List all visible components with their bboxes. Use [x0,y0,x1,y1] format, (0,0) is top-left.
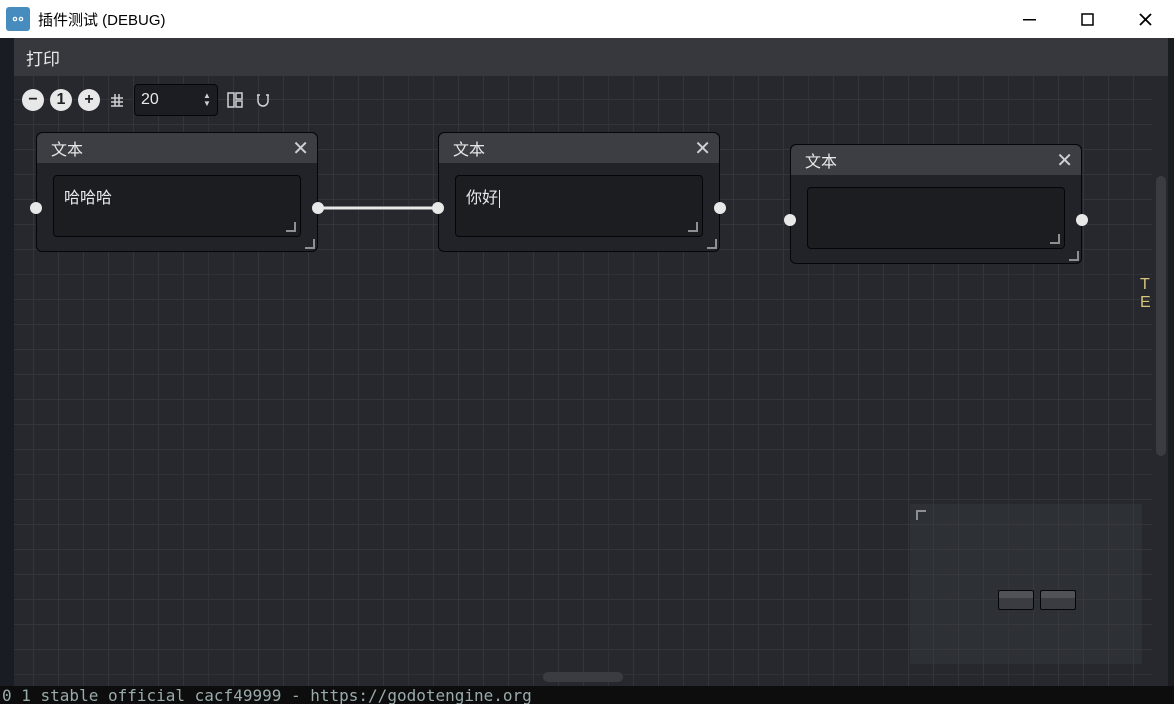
node-resize-handle-icon[interactable] [1067,249,1079,261]
window-title: 插件测试 (DEBUG) [38,9,166,30]
horizontal-scrollbar[interactable] [543,672,623,682]
menu-print[interactable]: 打印 [20,41,66,74]
close-window-button[interactable] [1116,0,1174,38]
console-output: 0 1 stable official cacf49999 - https://… [0,686,1174,704]
node-text-input[interactable] [807,187,1065,249]
node-header[interactable]: 文本 ✕ [37,133,317,163]
snap-icon[interactable] [252,89,274,111]
graph-node[interactable]: 文本 ✕ 你好 [438,132,720,252]
vertical-scrollbar-track[interactable] [1152,76,1168,686]
node-text-value: 你好 [466,190,498,207]
input-port[interactable] [30,202,42,214]
close-icon[interactable]: ✕ [292,136,309,161]
output-port[interactable] [714,202,726,214]
graph-node[interactable]: 文本 ✕ [790,144,1082,264]
editor-left-gutter [0,38,14,686]
graph-toolbar: − 1 + 20 ▲▼ [14,76,1152,124]
node-header[interactable]: 文本 ✕ [439,133,719,163]
output-port[interactable] [312,202,324,214]
output-port[interactable] [1076,214,1088,226]
grid-icon[interactable] [106,89,128,111]
input-port[interactable] [432,202,444,214]
close-icon[interactable]: ✕ [1056,148,1073,173]
minimap-resize-icon[interactable] [916,510,926,520]
layout-icon[interactable] [224,89,246,111]
grid-step-value: 20 [141,91,189,109]
input-port[interactable] [784,214,796,226]
app-icon [6,7,30,31]
connection-wire[interactable] [304,200,452,216]
window-titlebar: 插件测试 (DEBUG) [0,0,1174,38]
graph-node[interactable]: 文本 ✕ 哈哈哈 [36,132,318,252]
node-resize-handle-icon[interactable] [303,237,315,249]
menubar: 打印 [14,38,1168,76]
resize-handle-icon[interactable] [1048,232,1060,244]
node-text-input[interactable]: 哈哈哈 [53,175,301,237]
zoom-reset-button[interactable]: 1 [50,89,72,111]
resize-handle-icon[interactable] [686,220,698,232]
close-icon[interactable]: ✕ [694,136,711,161]
maximize-button[interactable] [1058,0,1116,38]
node-title: 文本 [453,136,485,160]
node-text-input[interactable]: 你好 [455,175,703,237]
text-cursor [499,190,500,208]
resize-handle-icon[interactable] [284,220,296,232]
minimap[interactable] [910,504,1142,664]
node-resize-handle-icon[interactable] [705,237,717,249]
minimize-button[interactable] [1000,0,1058,38]
node-header[interactable]: 文本 ✕ [791,145,1081,175]
node-title: 文本 [51,136,83,160]
node-text-value: 哈哈哈 [64,190,112,207]
vertical-scrollbar-thumb[interactable] [1156,176,1166,456]
zoom-out-button[interactable]: − [22,89,44,111]
grid-step-spinbox[interactable]: 20 ▲▼ [134,84,218,116]
graph-canvas[interactable]: − 1 + 20 ▲▼ 文本✕哈哈哈文本✕你好文本✕ T E [14,76,1152,686]
node-title: 文本 [805,148,837,172]
zoom-in-button[interactable]: + [78,89,100,111]
spin-arrows[interactable]: ▲▼ [203,92,211,108]
